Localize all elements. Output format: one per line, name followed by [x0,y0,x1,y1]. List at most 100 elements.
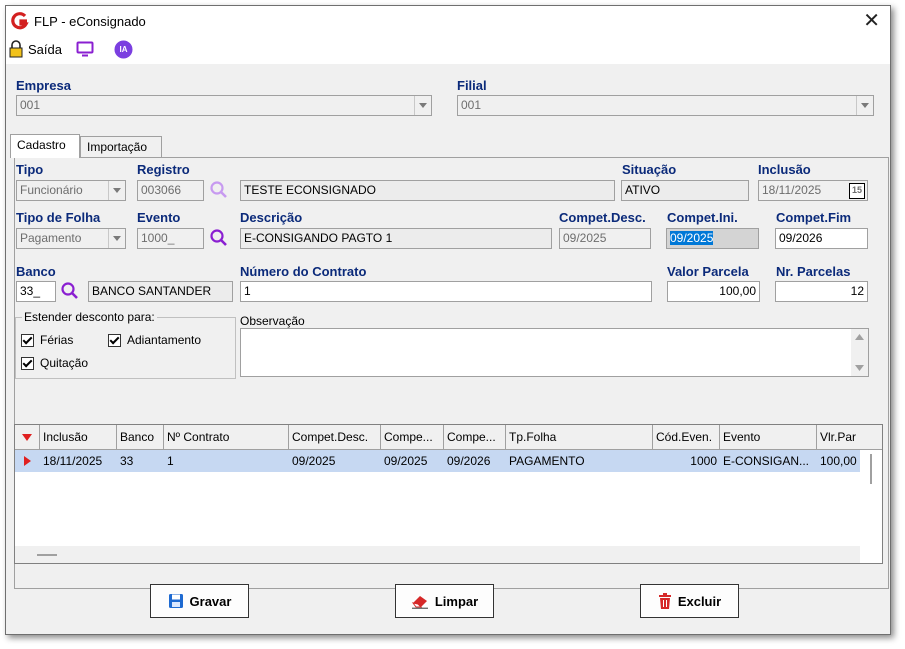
chevron-down-icon [108,181,125,200]
contracts-grid: Inclusão Banco Nº Contrato Compet.Desc. … [14,424,883,564]
col-header-inclusao[interactable]: Inclusão [40,425,117,449]
cell-banco: 33 [120,454,134,468]
valor-parcela-label: Valor Parcela [667,264,749,279]
tipo-select[interactable]: Funcionário [16,180,126,201]
registro-input[interactable]: 003066 [137,180,204,201]
grid-scroll-thumb[interactable] [870,454,872,484]
filial-value: 001 [461,98,482,112]
monitor-button[interactable] [76,41,94,57]
col-header-tp-folha[interactable]: Tp.Folha [506,425,653,449]
cell-contrato: 1 [167,454,174,468]
exit-label: Saída [28,41,62,57]
cell-cod-even: 1000 [690,454,717,468]
grid-scrollbar[interactable] [862,450,882,563]
window-title: FLP - eConsignado [34,14,146,29]
search-icon[interactable] [209,228,229,248]
tipo-value: Funcionário [20,183,83,197]
adiantamento-checkbox[interactable]: Adiantamento [108,333,201,347]
tipo-folha-value: Pagamento [20,231,82,245]
grid-hscrollbar[interactable] [15,546,860,563]
chevron-down-icon [414,96,431,115]
filial-select[interactable]: 001 [457,95,874,116]
situacao-field: ATIVO [621,180,749,201]
quitacao-checkbox[interactable]: Quitação [21,356,88,370]
situacao-label: Situação [622,162,677,177]
col-header-vlr-par[interactable]: Vlr.Par [817,425,862,449]
checkbox-checked-icon [21,333,34,347]
ia-button[interactable]: IA [114,40,133,59]
gravar-label: Gravar [189,593,232,609]
trash-icon [658,592,671,609]
registro-label: Registro [137,162,190,177]
ferias-checkbox[interactable]: Férias [21,333,73,347]
col-header-compet-fim[interactable]: Compe... [444,425,506,449]
table-row[interactable]: 18/11/2025 33 1 09/2025 09/2025 09/2026 … [15,450,860,472]
compet-desc-input[interactable]: 09/2025 [559,228,651,249]
scroll-down-icon[interactable] [855,365,864,371]
checkbox-checked-icon [21,356,34,370]
excluir-label: Excluir [677,593,722,609]
tab-cadastro[interactable]: Cadastro [10,134,80,158]
col-header-compet-desc[interactable]: Compet.Desc. [289,425,381,449]
compet-ini-value: 09/2025 [670,231,714,245]
close-button[interactable]: ✕ [863,10,880,32]
compet-fim-input[interactable]: 09/2026 [775,228,868,249]
empresa-select[interactable]: 001 [16,95,432,116]
search-icon[interactable] [60,281,80,301]
search-icon[interactable] [209,180,229,200]
quitacao-label: Quitação [40,356,89,370]
cell-evento: E-CONSIGAN... [723,454,810,468]
row-indicator [15,450,40,472]
descricao-label: Descrição [240,210,303,225]
monitor-icon [76,41,94,57]
banco-input[interactable]: 33_ [16,281,56,302]
grid-indicator-header[interactable] [15,425,40,449]
exit-button[interactable]: Saída [8,40,62,58]
col-header-compet-ini[interactable]: Compe... [381,425,444,449]
checkbox-checked-icon [108,333,121,347]
inclusao-date-field[interactable]: 18/11/2025 15 [758,180,868,201]
gravar-button[interactable]: Gravar [150,584,249,618]
chevron-down-icon [856,96,873,115]
nr-parcelas-input[interactable]: 12 [775,281,868,302]
observacao-label: Observação [240,314,305,328]
main-window: FLP - eConsignado ✕ Saída IA Empresa 001 [5,5,891,635]
tab-importacao[interactable]: Importação [80,136,162,158]
excluir-button[interactable]: Excluir [640,584,739,618]
observacao-textarea[interactable] [240,328,869,377]
toolbar: Saída IA [6,38,890,64]
col-header-cod-even[interactable]: Cód.Even. [653,425,720,449]
row-pointer-icon [24,456,31,466]
limpar-label: Limpar [434,593,479,609]
title-bar: FLP - eConsignado ✕ [6,6,890,38]
col-header-contrato[interactable]: Nº Contrato [164,425,289,449]
col-header-evento[interactable]: Evento [720,425,817,449]
compet-ini-input[interactable]: 09/2025 [666,228,759,249]
grid-header: Inclusão Banco Nº Contrato Compet.Desc. … [15,425,882,450]
observacao-scrollbar[interactable] [851,329,868,376]
calendar-icon[interactable]: 15 [849,183,865,199]
filial-label: Filial [457,78,487,93]
cell-tp-folha: PAGAMENTO [509,454,585,468]
estender-title: Estender desconto para: [22,310,157,324]
inclusao-value: 18/11/2025 [762,183,822,197]
banco-label: Banco [16,264,56,279]
cell-compet-desc: 09/2025 [292,454,336,468]
descricao-field: E-CONSIGANDO PAGTO 1 [240,228,552,249]
tipo-label: Tipo [16,162,44,177]
tipo-folha-select[interactable]: Pagamento [16,228,126,249]
eraser-icon [411,596,428,609]
cell-compet-ini: 09/2025 [384,454,428,468]
cell-vlr-par: 100,00 [820,454,857,468]
ia-label: IA [119,45,128,54]
tipo-folha-label: Tipo de Folha [16,210,101,225]
grid-hscroll-thumb[interactable] [37,554,57,556]
compet-desc-label: Compet.Desc. [559,210,646,225]
scroll-up-icon[interactable] [855,334,864,340]
numero-contrato-input[interactable]: 1 [240,281,652,302]
valor-parcela-input[interactable]: 100,00 [667,281,760,302]
limpar-button[interactable]: Limpar [395,584,494,618]
col-header-banco[interactable]: Banco [117,425,164,449]
save-icon [168,594,183,608]
evento-input[interactable]: 1000_ [137,228,204,249]
